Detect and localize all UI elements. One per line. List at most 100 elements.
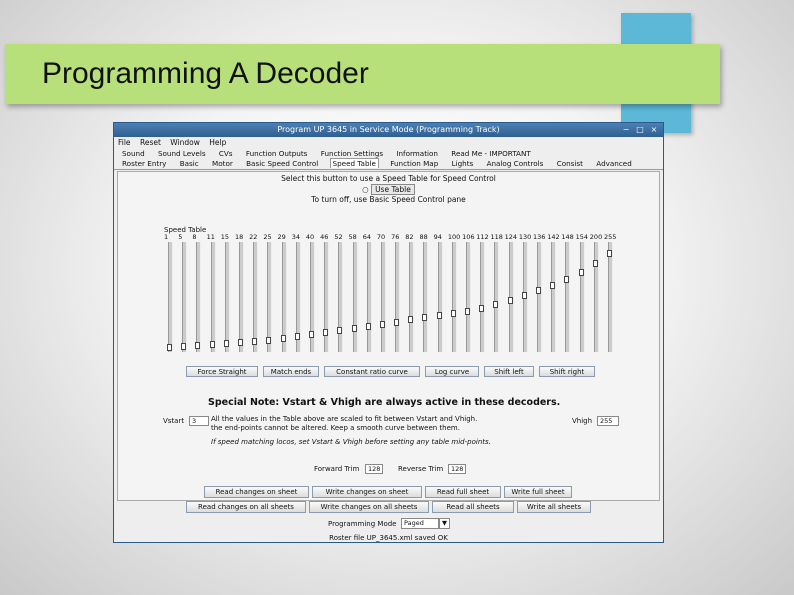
read-changes-on-sheet-button[interactable]: Read changes on sheet (204, 486, 309, 498)
speed-step-slider[interactable] (537, 242, 543, 352)
programming-mode-select[interactable]: Paged (401, 518, 439, 529)
slider-knob-icon[interactable] (252, 337, 258, 345)
slider-knob-icon[interactable] (550, 281, 556, 289)
constant-ratio-curve-button[interactable]: Constant ratio curve (324, 366, 420, 377)
speed-step-slider[interactable] (395, 242, 401, 352)
menu-help[interactable]: Help (209, 138, 226, 147)
slider-knob-icon[interactable] (223, 339, 229, 347)
speed-step-slider[interactable] (168, 242, 173, 352)
speed-step-slider[interactable] (608, 242, 613, 352)
tab-function-settings[interactable]: Function Settings (319, 149, 385, 158)
log-curve-button[interactable]: Log curve (425, 366, 479, 377)
slider-knob-icon[interactable] (181, 342, 187, 350)
slider-knob-icon[interactable] (167, 344, 172, 351)
slider-knob-icon[interactable] (266, 336, 272, 344)
speed-step-slider[interactable] (551, 242, 557, 352)
speed-step-slider[interactable] (451, 242, 457, 352)
minimize-icon[interactable]: − (619, 123, 633, 137)
write-changes-on-all-sheets-button[interactable]: Write changes on all sheets (309, 501, 429, 513)
speed-step-slider[interactable] (423, 242, 429, 352)
slider-knob-icon[interactable] (365, 322, 371, 330)
speed-step-slider[interactable] (579, 242, 585, 352)
read-full-sheet-button[interactable]: Read full sheet (425, 486, 501, 498)
vstart-field[interactable]: 3 (189, 416, 209, 426)
speed-step-slider[interactable] (238, 242, 244, 352)
tab-basic-speed-control[interactable]: Basic Speed Control (244, 159, 320, 168)
slider-knob-icon[interactable] (209, 340, 215, 348)
slider-knob-icon[interactable] (564, 275, 570, 283)
speed-step-slider[interactable] (210, 242, 216, 352)
tab-function-outputs[interactable]: Function Outputs (244, 149, 310, 158)
menu-window[interactable]: Window (170, 138, 200, 147)
tab-lights[interactable]: Lights (450, 159, 476, 168)
slider-knob-icon[interactable] (379, 320, 385, 328)
speed-step-slider[interactable] (224, 242, 230, 352)
slider-knob-icon[interactable] (195, 341, 201, 349)
slider-knob-icon[interactable] (479, 305, 485, 313)
shift-left-button[interactable]: Shift left (484, 366, 534, 377)
slider-knob-icon[interactable] (436, 312, 442, 320)
tab-information[interactable]: Information (394, 149, 440, 158)
slider-knob-icon[interactable] (592, 260, 598, 268)
speed-step-slider[interactable] (352, 242, 358, 352)
speed-step-slider[interactable] (267, 242, 273, 352)
shift-right-button[interactable]: Shift right (539, 366, 595, 377)
slider-knob-icon[interactable] (422, 314, 428, 322)
slider-knob-icon[interactable] (465, 308, 471, 316)
tab-speed-table[interactable]: Speed Table (329, 158, 379, 168)
speed-step-slider[interactable] (593, 242, 599, 352)
tab-sound-levels[interactable]: Sound Levels (156, 149, 208, 158)
slider-knob-icon[interactable] (536, 286, 542, 294)
tab-sound[interactable]: Sound (120, 149, 147, 158)
tab-consist[interactable]: Consist (555, 159, 585, 168)
force-straight-button[interactable]: Force Straight (186, 366, 258, 377)
tab-read-me[interactable]: Read Me - IMPORTANT (449, 149, 532, 158)
speed-step-slider[interactable] (366, 242, 372, 352)
speed-step-slider[interactable] (437, 242, 443, 352)
speed-step-slider[interactable] (338, 242, 344, 352)
slider-knob-icon[interactable] (280, 334, 286, 342)
write-full-sheet-button[interactable]: Write full sheet (504, 486, 572, 498)
speed-step-slider[interactable] (480, 242, 486, 352)
tab-motor[interactable]: Motor (210, 159, 235, 168)
slider-knob-icon[interactable] (408, 316, 414, 324)
speed-step-slider[interactable] (494, 242, 500, 352)
tab-advanced[interactable]: Advanced (594, 159, 634, 168)
menu-file[interactable]: File (118, 138, 131, 147)
close-icon[interactable]: × (647, 123, 661, 137)
slider-knob-icon[interactable] (493, 301, 499, 309)
slider-knob-icon[interactable] (578, 268, 584, 276)
maximize-icon[interactable]: □ (633, 123, 647, 137)
slider-knob-icon[interactable] (323, 328, 329, 336)
read-changes-on-all-sheets-button[interactable]: Read changes on all sheets (186, 501, 306, 513)
match-ends-button[interactable]: Match ends (263, 366, 319, 377)
read-all-sheets-button[interactable]: Read all sheets (432, 501, 514, 513)
tab-analog-controls[interactable]: Analog Controls (485, 159, 546, 168)
tab-basic[interactable]: Basic (178, 159, 201, 168)
slider-knob-icon[interactable] (607, 250, 612, 258)
slider-knob-icon[interactable] (237, 338, 243, 346)
slider-knob-icon[interactable] (351, 324, 357, 332)
reverse-trim-field[interactable]: 128 (448, 464, 466, 474)
speed-step-slider[interactable] (253, 242, 259, 352)
forward-trim-field[interactable]: 128 (365, 464, 383, 474)
menu-reset[interactable]: Reset (140, 138, 161, 147)
vhigh-field[interactable]: 255 (597, 416, 619, 426)
slider-knob-icon[interactable] (308, 330, 314, 338)
speed-step-slider[interactable] (466, 242, 472, 352)
slider-knob-icon[interactable] (521, 291, 527, 299)
slider-knob-icon[interactable] (337, 326, 343, 334)
slider-knob-icon[interactable] (394, 318, 400, 326)
tab-roster-entry[interactable]: Roster Entry (120, 159, 168, 168)
write-all-sheets-button[interactable]: Write all sheets (517, 501, 591, 513)
slider-knob-icon[interactable] (294, 332, 300, 340)
slider-knob-icon[interactable] (450, 310, 456, 318)
write-changes-on-sheet-button[interactable]: Write changes on sheet (312, 486, 422, 498)
speed-step-slider[interactable] (565, 242, 571, 352)
speed-step-slider[interactable] (196, 242, 202, 352)
speed-step-slider[interactable] (380, 242, 386, 352)
slider-knob-icon[interactable] (507, 297, 513, 305)
tab-function-map[interactable]: Function Map (388, 159, 440, 168)
speed-step-slider[interactable] (182, 242, 188, 352)
chevron-down-icon[interactable]: ▼ (439, 518, 450, 529)
